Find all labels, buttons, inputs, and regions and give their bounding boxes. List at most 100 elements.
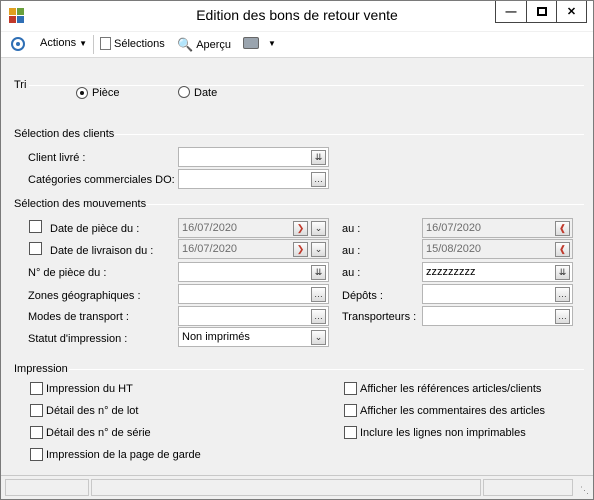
detail-serie-checkbox[interactable] [30, 426, 43, 439]
date-piece-label: Date de pièce du : [50, 223, 140, 235]
chevron-down-icon[interactable]: ⌄ [311, 242, 326, 257]
refresh-button[interactable] [11, 37, 25, 51]
references-articles-checkbox[interactable] [344, 382, 357, 395]
date-piece-to-field[interactable]: 16/07/2020 ❰ [422, 218, 573, 238]
client-livre-field[interactable]: ⇊ [178, 147, 329, 167]
print-menu[interactable]: ▼ [243, 37, 276, 49]
chevron-down-icon[interactable]: ⌄ [311, 221, 326, 236]
date-livraison-from-field[interactable]: 16/07/2020 ❯ ⌄ [178, 239, 329, 259]
date-piece-checkbox[interactable] [29, 220, 42, 233]
date-piece-from-field[interactable]: 16/07/2020 ❯ ⌄ [178, 218, 329, 238]
lignes-non-imprimables-checkbox[interactable] [344, 426, 357, 439]
double-chevron-down-icon[interactable]: ⇊ [311, 265, 326, 280]
date-livraison-from-value: 16/07/2020 [182, 243, 238, 255]
chevron-down-icon: ▼ [268, 38, 276, 48]
calendar-icon[interactable]: ❰ [555, 221, 570, 236]
num-piece-to-value: zzzzzzzzz [426, 266, 476, 278]
resize-grip-icon[interactable]: ⋱ [580, 485, 589, 496]
tri-label: Tri [14, 79, 27, 91]
toolbar: Actions ▼ Sélections 🔍 Aperçu ▼ [1, 32, 593, 58]
date-livraison-to-field[interactable]: 15/08/2020 ❰ [422, 239, 573, 259]
double-chevron-down-icon[interactable]: ⇊ [311, 150, 326, 165]
page-garde-checkbox[interactable] [30, 448, 43, 461]
chevron-down-icon[interactable]: ⌄ [311, 330, 326, 345]
dialog-window: Edition des bons de retour vente — ✕ Act… [0, 0, 594, 500]
impression-section-label: Impression [14, 363, 68, 375]
close-icon: ✕ [566, 6, 577, 18]
document-icon [100, 37, 111, 50]
client-livre-label: Client livré : [28, 152, 86, 164]
lignes-non-imprimables-label: Inclure les lignes non imprimables [360, 427, 526, 439]
selections-label: Sélections [114, 37, 165, 50]
maximize-icon [536, 7, 547, 16]
apercu-label: Aperçu [196, 39, 232, 51]
double-chevron-down-icon[interactable]: ⇊ [555, 265, 570, 280]
commentaires-articles-checkbox[interactable] [344, 404, 357, 417]
tri-date-radio[interactable] [178, 86, 190, 98]
clients-section-label: Sélection des clients [14, 128, 115, 140]
impression-ht-label: Impression du HT [46, 383, 133, 395]
close-button[interactable]: ✕ [556, 1, 586, 22]
date-piece-to-value: 16/07/2020 [426, 222, 482, 234]
minimize-icon: — [505, 5, 517, 18]
printer-icon [243, 37, 259, 49]
au-label: au : [342, 245, 361, 257]
calendar-icon[interactable]: ❯ [293, 221, 308, 236]
modes-transport-label: Modes de transport : [28, 311, 129, 323]
impression-ht-checkbox[interactable] [30, 382, 43, 395]
commentaires-articles-label: Afficher les commentaires des articles [360, 405, 546, 417]
zones-field[interactable]: … [178, 284, 329, 304]
transporteurs-field[interactable]: … [422, 306, 573, 326]
window-buttons: — ✕ [495, 1, 587, 23]
section-divider [69, 369, 584, 370]
section-divider [29, 85, 584, 86]
title-bar: Edition des bons de retour vente — ✕ [1, 1, 593, 31]
depots-field[interactable]: … [422, 284, 573, 304]
actions-label: Actions [40, 37, 77, 49]
detail-lot-label: Détail des n° de lot [46, 405, 139, 417]
date-livraison-label: Date de livraison du : [50, 245, 154, 257]
depots-label: Dépôts : [342, 290, 383, 302]
minimize-button[interactable]: — [496, 1, 526, 22]
calendar-icon[interactable]: ❰ [555, 242, 570, 257]
statut-impression-value: Non imprimés [182, 331, 250, 343]
detail-serie-label: Détail des n° de série [46, 427, 151, 439]
date-livraison-checkbox[interactable] [29, 242, 42, 255]
page-garde-label: Impression de la page de garde [46, 449, 201, 461]
num-piece-from-field[interactable]: ⇊ [178, 262, 329, 282]
status-cell [483, 479, 573, 496]
ellipsis-icon[interactable]: … [311, 172, 326, 187]
magnifier-icon: 🔍 [177, 37, 194, 52]
maximize-button[interactable] [526, 1, 556, 22]
apercu-button[interactable]: 🔍 Aperçu [177, 37, 231, 53]
chevron-down-icon: ▼ [79, 38, 87, 48]
categories-label: Catégories commerciales DO: [28, 174, 175, 186]
ellipsis-icon[interactable]: … [311, 309, 326, 324]
selections-button[interactable]: Sélections [100, 37, 165, 50]
zones-label: Zones géographiques : [28, 290, 141, 302]
num-piece-label: N° de pièce du : [28, 267, 107, 279]
statut-impression-label: Statut d'impression : [28, 333, 128, 345]
date-livraison-to-value: 15/08/2020 [426, 243, 482, 255]
mouvements-section-label: Sélection des mouvements [14, 198, 147, 210]
statut-impression-select[interactable]: Non imprimés ⌄ [178, 327, 329, 347]
references-articles-label: Afficher les références articles/clients [360, 383, 542, 395]
au-label: au : [342, 223, 361, 235]
target-icon [11, 37, 25, 51]
ellipsis-icon[interactable]: … [555, 309, 570, 324]
calendar-icon[interactable]: ❯ [293, 242, 308, 257]
num-piece-to-field[interactable]: zzzzzzzzz ⇊ [422, 262, 573, 282]
categories-field[interactable]: … [178, 169, 329, 189]
modes-transport-field[interactable]: … [178, 306, 329, 326]
detail-lot-checkbox[interactable] [30, 404, 43, 417]
section-divider [146, 204, 584, 205]
tri-piece-radio[interactable] [76, 87, 88, 99]
status-bar: ⋱ [1, 475, 593, 499]
ellipsis-icon[interactable]: … [555, 287, 570, 302]
actions-menu[interactable]: Actions ▼ [40, 37, 87, 49]
status-cell [5, 479, 89, 496]
ellipsis-icon[interactable]: … [311, 287, 326, 302]
tri-piece-label: Pièce [92, 87, 120, 99]
status-cell [91, 479, 481, 496]
date-piece-from-value: 16/07/2020 [182, 222, 238, 234]
